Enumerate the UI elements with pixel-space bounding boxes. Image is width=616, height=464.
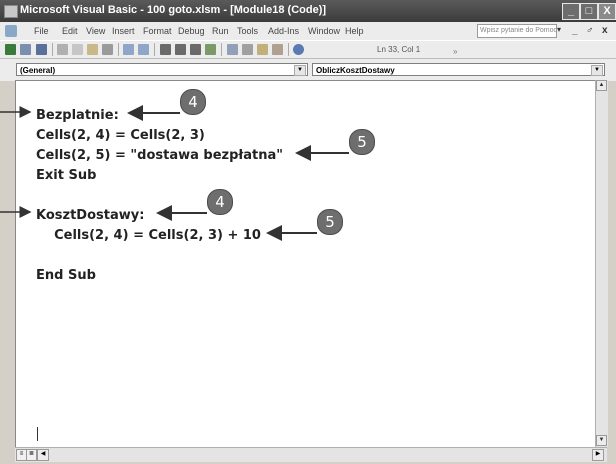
toolbar-separator [288, 43, 289, 56]
vertical-scrollbar[interactable]: ▲ ▼ [595, 80, 608, 447]
callout-number: 4 [180, 89, 206, 115]
code-line[interactable]: Cells(2, 4) = Cells(2, 3) [36, 128, 205, 143]
menu-debug[interactable]: Debug [178, 26, 205, 36]
code-line[interactable]: Bezplatnie: [36, 108, 119, 123]
callout-number: 4 [207, 189, 233, 215]
scroll-left-icon[interactable]: ◀ [37, 449, 49, 461]
toolbar-options-icon[interactable]: » [453, 47, 457, 56]
chevron-down-icon[interactable]: ▼ [591, 65, 603, 76]
window-title: Microsoft Visual Basic - 100 goto.xlsm -… [20, 4, 327, 16]
code-line[interactable]: End Sub [36, 268, 96, 283]
ask-question-input[interactable]: Wpisz pytanie do Pomocy [477, 24, 557, 38]
toolbar-separator [52, 43, 53, 56]
redo-icon[interactable] [138, 44, 149, 55]
vba-menu-icon[interactable] [5, 25, 17, 37]
undo-icon[interactable] [123, 44, 134, 55]
procedure-combo[interactable]: ObliczKosztDostawy ▼ [312, 63, 605, 76]
toolbar-separator [221, 43, 222, 56]
cursor-position-text: Ln 33, Col 1 [377, 45, 421, 54]
app-icon[interactable] [4, 5, 18, 18]
menu-bar: File Edit View Insert Format Debug Run T… [0, 22, 616, 40]
project-explorer-icon[interactable] [227, 44, 238, 55]
toolbar-separator [118, 43, 119, 56]
code-line[interactable]: Exit Sub [36, 168, 96, 183]
standard-toolbar: Ln 33, Col 1 » [0, 40, 616, 59]
menu-format[interactable]: Format [143, 26, 172, 36]
object-combo-value: (General) [20, 66, 56, 75]
vba-editor-window: Microsoft Visual Basic - 100 goto.xlsm -… [0, 0, 616, 464]
scroll-right-icon[interactable]: ▶ [592, 449, 604, 461]
mdi-restore-button[interactable]: ♂ [586, 25, 594, 36]
paste-icon[interactable] [87, 44, 98, 55]
minimize-button[interactable]: _ [562, 3, 580, 20]
callout-number: 5 [317, 209, 343, 235]
toolbox-icon[interactable] [272, 44, 283, 55]
close-button[interactable]: X [598, 3, 616, 20]
find-icon[interactable] [102, 44, 113, 55]
title-bar: Microsoft Visual Basic - 100 goto.xlsm -… [0, 0, 616, 22]
mdi-close-button[interactable]: x [602, 25, 608, 36]
menu-window[interactable]: Window [308, 26, 340, 36]
copy-icon[interactable] [72, 44, 83, 55]
insert-module-icon[interactable] [20, 44, 31, 55]
code-line[interactable]: Cells(2, 5) = "dostawa bezpłatna" [36, 148, 283, 163]
object-combo[interactable]: (General) ▼ [16, 63, 308, 76]
code-line[interactable]: KosztDostawy: [36, 208, 144, 223]
menu-view[interactable]: View [86, 26, 105, 36]
scroll-up-icon[interactable]: ▲ [596, 80, 607, 91]
menu-add-ins[interactable]: Add-Ins [268, 26, 299, 36]
code-window-header: (General) ▼ ObliczKosztDostawy ▼ [0, 58, 616, 81]
menu-help[interactable]: Help [345, 26, 364, 36]
menu-edit[interactable]: Edit [62, 26, 78, 36]
design-mode-icon[interactable] [205, 44, 216, 55]
code-line[interactable]: Cells(2, 4) = Cells(2, 3) + 10 [36, 228, 261, 243]
help-icon[interactable] [293, 44, 304, 55]
toolbar-separator [154, 43, 155, 56]
scroll-down-icon[interactable]: ▼ [596, 435, 607, 446]
properties-window-icon[interactable] [242, 44, 253, 55]
menu-run[interactable]: Run [212, 26, 229, 36]
menu-tools[interactable]: Tools [237, 26, 258, 36]
break-icon[interactable] [175, 44, 186, 55]
menu-insert[interactable]: Insert [112, 26, 135, 36]
ask-dropdown-icon[interactable]: ▾ [557, 25, 561, 34]
code-editor[interactable]: Bezplatnie: Cells(2, 4) = Cells(2, 3) Ce… [15, 80, 596, 448]
object-browser-icon[interactable] [257, 44, 268, 55]
procedure-combo-value: ObliczKosztDostawy [316, 66, 395, 75]
callout-number: 5 [349, 129, 375, 155]
mdi-minimize-button[interactable]: _ [572, 25, 578, 36]
code-window-footer: ≡ ≣ ◀ ▶ [15, 447, 607, 462]
view-excel-icon[interactable] [5, 44, 16, 55]
save-icon[interactable] [36, 44, 47, 55]
full-module-view-icon[interactable]: ≣ [26, 449, 37, 461]
menu-file[interactable]: File [34, 26, 49, 36]
chevron-down-icon[interactable]: ▼ [294, 65, 306, 76]
reset-icon[interactable] [190, 44, 201, 55]
cut-icon[interactable] [57, 44, 68, 55]
maximize-button[interactable]: □ [580, 3, 598, 20]
run-icon[interactable] [160, 44, 171, 55]
text-cursor [37, 427, 38, 441]
